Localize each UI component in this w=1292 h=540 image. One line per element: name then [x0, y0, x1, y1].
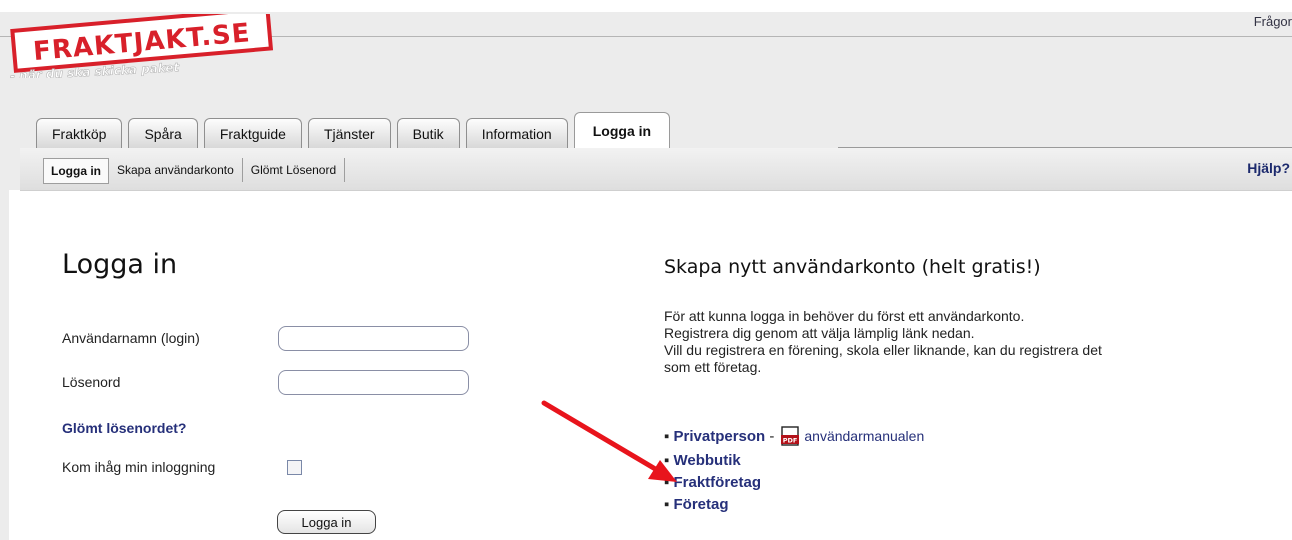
- subnav-forgot-password[interactable]: Glömt Lösenord: [243, 158, 346, 182]
- tab-spara[interactable]: Spåra: [128, 118, 198, 148]
- company-link[interactable]: Företag: [674, 496, 729, 513]
- tab-tjanster[interactable]: Tjänster: [307, 118, 391, 148]
- password-input[interactable]: [278, 370, 469, 395]
- register-title: Skapa nytt användarkonto (helt gratis!): [664, 256, 1041, 278]
- remember-label: Kom ihåg min inloggning: [62, 459, 216, 475]
- login-button[interactable]: Logga in: [277, 510, 376, 534]
- pdf-icon: PDF: [781, 426, 800, 446]
- bullet: ▪: [664, 427, 670, 445]
- user-manual-link[interactable]: användarmanualen: [804, 428, 924, 444]
- remember-checkbox[interactable]: [287, 460, 302, 475]
- subnav-logga-in[interactable]: Logga in: [43, 158, 109, 184]
- tab-information[interactable]: Information: [465, 118, 568, 148]
- register-text-line-3: Vill du registrera en förening, skola el…: [664, 342, 1102, 358]
- option-webshop: ▪ Webbutik: [664, 450, 741, 470]
- register-text-line-4: som ett företag.: [664, 359, 762, 375]
- option-private: ▪ Privatperson - PDF användarmanualen: [664, 426, 924, 446]
- option-company: ▪ Företag: [664, 494, 729, 514]
- forgot-password-link[interactable]: Glömt lösenordet?: [62, 420, 186, 436]
- login-title: Logga in: [62, 249, 178, 280]
- separator: -: [769, 427, 775, 445]
- sub-navigation: Logga in Skapa användarkonto Glömt Lösen…: [20, 148, 1292, 191]
- username-input[interactable]: [278, 326, 469, 351]
- webshop-link[interactable]: Webbutik: [674, 452, 741, 469]
- username-label: Användarnamn (login): [62, 330, 200, 346]
- tab-fraktkop[interactable]: Fraktköp: [36, 118, 123, 148]
- private-person-link[interactable]: Privatperson: [674, 428, 766, 445]
- faq-link[interactable]: Frågor: [1254, 14, 1292, 29]
- site-logo[interactable]: FRAKTJAKT.SE - när du ska skicka paket: [8, 6, 276, 83]
- logo-graphic: FRAKTJAKT.SE - när du ska skicka paket: [9, 6, 274, 83]
- tab-butik[interactable]: Butik: [396, 118, 460, 148]
- left-margin-bar: [0, 148, 9, 540]
- freight-company-link[interactable]: Fraktföretag: [674, 474, 762, 491]
- tab-fraktguide[interactable]: Fraktguide: [203, 118, 302, 148]
- bullet: ▪: [664, 451, 670, 469]
- top-strip: [0, 0, 1292, 12]
- main-tabs: Fraktköp Spåra Fraktguide Tjänster Butik…: [36, 112, 671, 148]
- bullet: ▪: [664, 473, 670, 491]
- tab-logga-in[interactable]: Logga in: [573, 112, 671, 148]
- password-label: Lösenord: [62, 374, 121, 390]
- sub-nav-items: Logga in Skapa användarkonto Glömt Lösen…: [43, 158, 346, 184]
- register-text-line-1: För att kunna logga in behöver du först …: [664, 308, 1025, 324]
- help-link[interactable]: Hjälp?: [1247, 160, 1290, 176]
- register-text-line-2: Registrera dig genom att välja lämplig l…: [664, 325, 975, 341]
- option-freight-company: ▪ Fraktföretag: [664, 472, 761, 492]
- bullet: ▪: [664, 495, 670, 513]
- pdf-icon-text: PDF: [783, 437, 798, 445]
- left-margin-bar-top: [9, 148, 20, 190]
- subnav-create-account[interactable]: Skapa användarkonto: [109, 158, 243, 182]
